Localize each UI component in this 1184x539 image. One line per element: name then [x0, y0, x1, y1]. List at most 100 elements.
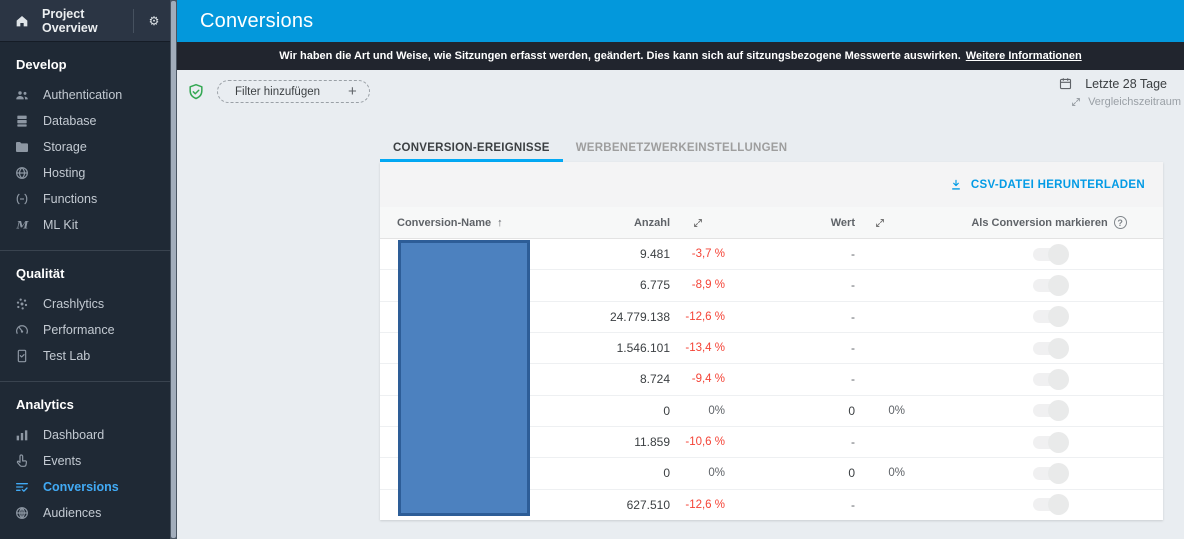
value-cell: -: [851, 341, 855, 356]
firebase-console: Project Overview Develop Authentication Da…: [0, 0, 1184, 539]
project-overview-link[interactable]: Project Overview: [42, 7, 121, 35]
folder-icon: [14, 139, 30, 155]
sidebar-section-qualit-t: Qualität Crashlytics Performance Test Lab: [0, 250, 170, 369]
value-cell: -: [851, 497, 855, 512]
sidebar-item-label: Database: [43, 114, 97, 128]
toggle-knob: [1047, 306, 1069, 328]
value-cell: -: [851, 309, 855, 324]
sidebar-item-conversions[interactable]: Conversions: [0, 474, 170, 500]
help-icon[interactable]: ?: [1113, 216, 1127, 229]
toggle-cell: [905, 431, 1163, 453]
people-icon: [14, 87, 30, 103]
count-change: 0%: [708, 404, 725, 417]
funnel-check-icon: [14, 479, 30, 495]
conversion-toggle[interactable]: [1032, 462, 1069, 484]
page-header: Conversions: [177, 0, 1184, 42]
shield-check-icon: [186, 81, 206, 103]
count-value: 0: [663, 466, 670, 481]
sidebar-item-label: Audiences: [43, 506, 102, 520]
sidebar-item-dashboard[interactable]: Dashboard: [0, 422, 170, 448]
count-value: 8.724: [639, 372, 670, 387]
count-change: -12,6 %: [685, 498, 725, 511]
date-range-selector[interactable]: Letzte 28 Tage: [1058, 76, 1167, 91]
tab-bar: CONVERSION-EREIGNISSE WERBENETZWERKEINSTE…: [380, 133, 800, 162]
count-value: 627.510: [626, 497, 670, 512]
download-csv-button[interactable]: CSV-DATEI HERUNTERLADEN: [949, 178, 1145, 192]
sidebar-item-storage[interactable]: Storage: [0, 134, 170, 160]
value-change: 0%: [888, 404, 905, 417]
sidebar-section-label: Develop: [16, 57, 67, 72]
toggle-knob: [1047, 462, 1069, 484]
toggle-cell: [905, 274, 1163, 296]
conversion-toggle[interactable]: [1032, 494, 1069, 516]
toggle-cell: [905, 306, 1163, 328]
sidebar-item-crashlytics[interactable]: Crashlytics: [0, 291, 170, 317]
sidebar-scrollbar[interactable]: [170, 0, 177, 539]
sidebar-item-label: Authentication: [43, 88, 123, 102]
count-value: 1.546.101: [616, 341, 670, 356]
compare-period-link[interactable]: Vergleichszeitraum: [1070, 96, 1181, 108]
toggle-knob: [1047, 243, 1069, 265]
sidebar-item-label: ML Kit: [43, 218, 78, 232]
column-header-mark: Als Conversion markieren ?: [905, 216, 1163, 229]
sidebar-item-audiences[interactable]: Audiences: [0, 500, 170, 526]
sidebar-item-authentication[interactable]: Authentication: [0, 82, 170, 108]
conversion-toggle[interactable]: [1032, 400, 1069, 422]
audience-globe-icon: [14, 505, 30, 521]
sort-ascending-icon: ↑: [497, 216, 503, 229]
compare-arrows-icon[interactable]: [692, 217, 704, 229]
mlkit-icon: [14, 217, 30, 233]
gear-icon[interactable]: [146, 13, 162, 29]
sidebar-item-ml-kit[interactable]: ML Kit: [0, 212, 170, 238]
calendar-icon: [1058, 76, 1073, 91]
home-icon[interactable]: [14, 13, 30, 29]
value-change: 0%: [888, 467, 905, 480]
sidebar-item-test-lab[interactable]: Test Lab: [0, 343, 170, 369]
conversion-toggle[interactable]: [1032, 368, 1069, 390]
tab-conversion-ereignisse[interactable]: CONVERSION-EREIGNISSE: [380, 133, 563, 162]
toggle-cell: [905, 368, 1163, 390]
toggle-cell: [905, 462, 1163, 484]
count-change: -10,6 %: [685, 436, 725, 449]
project-topbar: Project Overview: [0, 0, 170, 42]
value-cell: -: [851, 247, 855, 262]
page-title: Conversions: [200, 9, 314, 32]
count-value: 0: [663, 403, 670, 418]
conversion-toggle[interactable]: [1032, 431, 1069, 453]
conversion-toggle[interactable]: [1032, 274, 1069, 296]
date-range-label: Letzte 28 Tage: [1085, 76, 1167, 91]
toggle-knob: [1047, 400, 1069, 422]
conversion-toggle[interactable]: [1032, 243, 1069, 265]
toggle-knob: [1047, 337, 1069, 359]
sidebar-item-performance[interactable]: Performance: [0, 317, 170, 343]
sidebar-item-label: Test Lab: [43, 349, 91, 363]
conversion-toggle[interactable]: [1032, 337, 1069, 359]
scrollbar-thumb[interactable]: [171, 1, 176, 538]
topbar-divider: [133, 8, 134, 33]
count-change: -9,4 %: [691, 373, 725, 386]
sidebar-section-label: Analytics: [16, 397, 74, 412]
tab-werbenetzwerkeinstellungen[interactable]: WERBENETZWERKEINSTELLUNGEN: [563, 133, 801, 162]
plus-icon: +: [348, 83, 357, 100]
column-header-value[interactable]: Wert: [725, 217, 855, 229]
globe-icon: [14, 165, 30, 181]
conversion-toggle[interactable]: [1032, 306, 1069, 328]
sidebar: Project Overview Develop Authentication Da…: [0, 0, 170, 539]
count-value: 24.779.138: [609, 309, 670, 324]
sidebar-item-label: Crashlytics: [43, 297, 105, 311]
column-mark-label: Als Conversion markieren: [971, 216, 1108, 229]
csv-row: CSV-DATEI HERUNTERLADEN: [380, 162, 1163, 207]
sidebar-item-hosting[interactable]: Hosting: [0, 160, 170, 186]
functions-icon: [14, 191, 30, 207]
compare-arrows-icon[interactable]: [874, 217, 886, 229]
add-filter-button[interactable]: Filter hinzufügen +: [217, 80, 370, 103]
database-icon: [14, 113, 30, 129]
sidebar-item-database[interactable]: Database: [0, 108, 170, 134]
barchart-icon: [14, 427, 30, 443]
column-header-name[interactable]: Conversion-Name ↑: [380, 217, 540, 229]
column-header-count[interactable]: Anzahl: [540, 217, 670, 229]
sidebar-item-functions[interactable]: Functions: [0, 186, 170, 212]
sidebar-item-events[interactable]: Events: [0, 448, 170, 474]
sidebar-item-label: Hosting: [43, 166, 86, 180]
notification-link[interactable]: Weitere Informationen: [966, 50, 1082, 62]
